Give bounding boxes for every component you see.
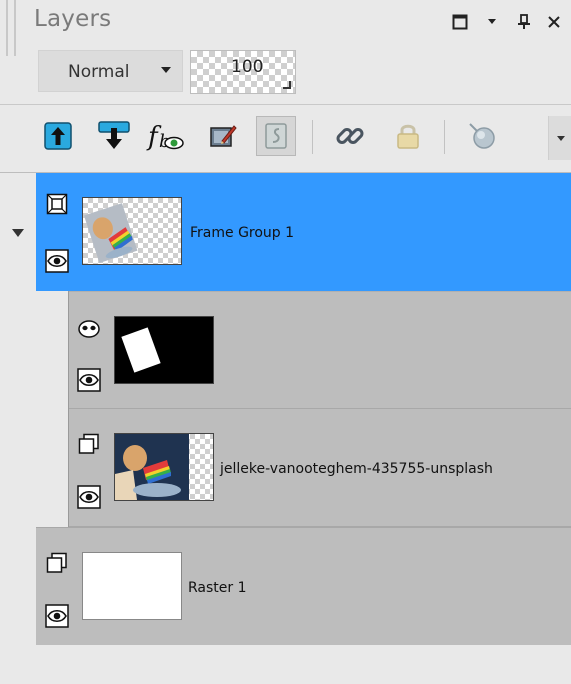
layer-thumbnail: [114, 433, 214, 501]
raster-layer-icon: [78, 433, 99, 454]
frame-group-icon: [46, 193, 68, 215]
lock-layer-icon[interactable]: [388, 116, 428, 156]
layer-row-mask[interactable]: [68, 291, 571, 409]
divider: [0, 104, 571, 105]
chevron-down-icon: [557, 136, 565, 141]
eye-icon[interactable]: [77, 368, 101, 392]
layers-panel: Layers Normal 100 f Frame Group 1 jellek…: [0, 0, 571, 684]
eye-icon[interactable]: [45, 604, 69, 628]
mask-thumbnail: [114, 316, 214, 384]
chevron-down-icon: [161, 67, 171, 73]
panel-titlebar: Layers: [34, 6, 571, 38]
pin-icon[interactable]: [514, 10, 534, 34]
lock-transparency-icon[interactable]: [256, 116, 296, 156]
opacity-value: 100: [231, 57, 264, 77]
layer-row-image[interactable]: jelleke-vanooteghem-435755-unsplash: [68, 409, 571, 527]
raster-layer-icon: [46, 552, 67, 573]
layer-row-frame-group[interactable]: Frame Group 1: [36, 173, 571, 291]
blend-mode-select[interactable]: Normal: [38, 50, 183, 92]
layer-name[interactable]: jelleke-vanooteghem-435755-unsplash: [220, 461, 493, 477]
highlight-layer-icon[interactable]: [462, 116, 502, 156]
expand-collapse-icon[interactable]: [12, 229, 24, 237]
toolbar-separator: [312, 120, 313, 154]
layer-name[interactable]: Raster 1: [188, 580, 247, 596]
link-layers-icon[interactable]: [330, 116, 370, 156]
close-icon[interactable]: [542, 10, 566, 34]
eye-icon[interactable]: [45, 249, 69, 273]
blend-mode-value: Normal: [68, 62, 130, 82]
panel-grip[interactable]: [6, 0, 16, 56]
layer-row-raster-1[interactable]: Raster 1: [36, 527, 571, 645]
move-layer-up-icon[interactable]: [38, 116, 78, 156]
dropdown-arrow-icon[interactable]: [482, 10, 502, 34]
layer-name[interactable]: Frame Group 1: [190, 225, 294, 241]
layer-list: Frame Group 1 jelleke-vanooteghem-435755…: [0, 173, 571, 684]
mask-layer-icon: [78, 320, 100, 338]
group-indent-line: [68, 291, 69, 527]
edit-selection-icon[interactable]: [203, 116, 243, 156]
maximize-icon[interactable]: [448, 10, 472, 34]
layer-thumbnail: [82, 197, 182, 265]
eye-icon[interactable]: [77, 485, 101, 509]
move-layer-down-icon[interactable]: [94, 116, 134, 156]
panel-title: Layers: [34, 6, 112, 32]
resize-corner-icon: [283, 81, 291, 89]
toolbar-overflow-button[interactable]: [548, 116, 571, 160]
layer-styles-icon[interactable]: f b: [146, 116, 186, 156]
opacity-field[interactable]: 100: [190, 50, 296, 94]
layers-toolbar: f b: [0, 106, 571, 170]
toolbar-separator: [444, 120, 445, 154]
layer-list-empty-area: [36, 645, 571, 684]
layer-thumbnail: [82, 552, 182, 620]
